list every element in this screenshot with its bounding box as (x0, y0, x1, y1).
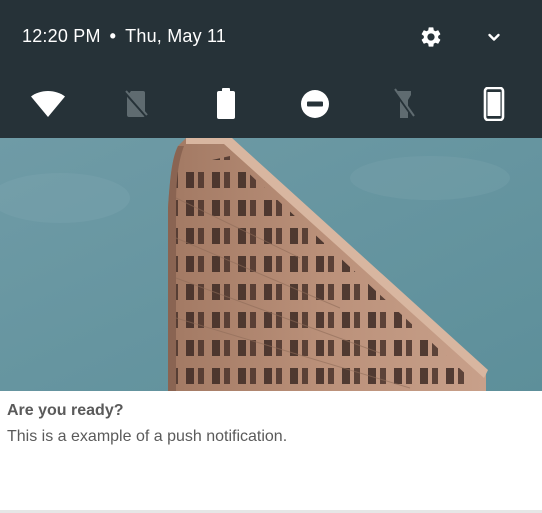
notification-title: Are you ready? (7, 402, 124, 419)
no-sim-icon (123, 90, 149, 119)
date-separator: • (109, 26, 117, 46)
flatiron-building-photo (0, 138, 542, 391)
flashlight-off-icon (392, 88, 416, 119)
chevron-down-icon (488, 33, 500, 41)
expand-button[interactable] (480, 23, 508, 51)
notification-shade-header: 12:20 PM • Thu, May 11 (0, 0, 542, 138)
notification-body: This is a example of a push notification… (7, 428, 288, 445)
do-not-disturb-icon (301, 90, 329, 118)
quick-settings-row (0, 84, 542, 124)
date-time[interactable]: 12:20 PM • Thu, May 11 (22, 26, 226, 47)
mobile-data-tile[interactable] (118, 86, 154, 122)
battery-icon (217, 88, 235, 119)
do-not-disturb-tile[interactable] (297, 86, 333, 122)
gear-icon (421, 27, 441, 47)
battery-tile[interactable] (208, 86, 244, 122)
clock-date: Thu, May 11 (125, 26, 227, 46)
status-row: 12:20 PM • Thu, May 11 (0, 0, 542, 76)
flashlight-tile[interactable] (386, 86, 422, 122)
auto-rotate-icon (483, 87, 505, 121)
clock-time: 12:20 PM (22, 26, 101, 46)
rotation-tile[interactable] (476, 86, 512, 122)
notification-content[interactable]: Are you ready? This is a example of a pu… (0, 391, 542, 513)
wifi-icon (31, 91, 65, 117)
settings-button[interactable] (417, 23, 445, 51)
notification-big-picture[interactable] (0, 138, 542, 391)
wifi-tile[interactable] (29, 86, 67, 122)
